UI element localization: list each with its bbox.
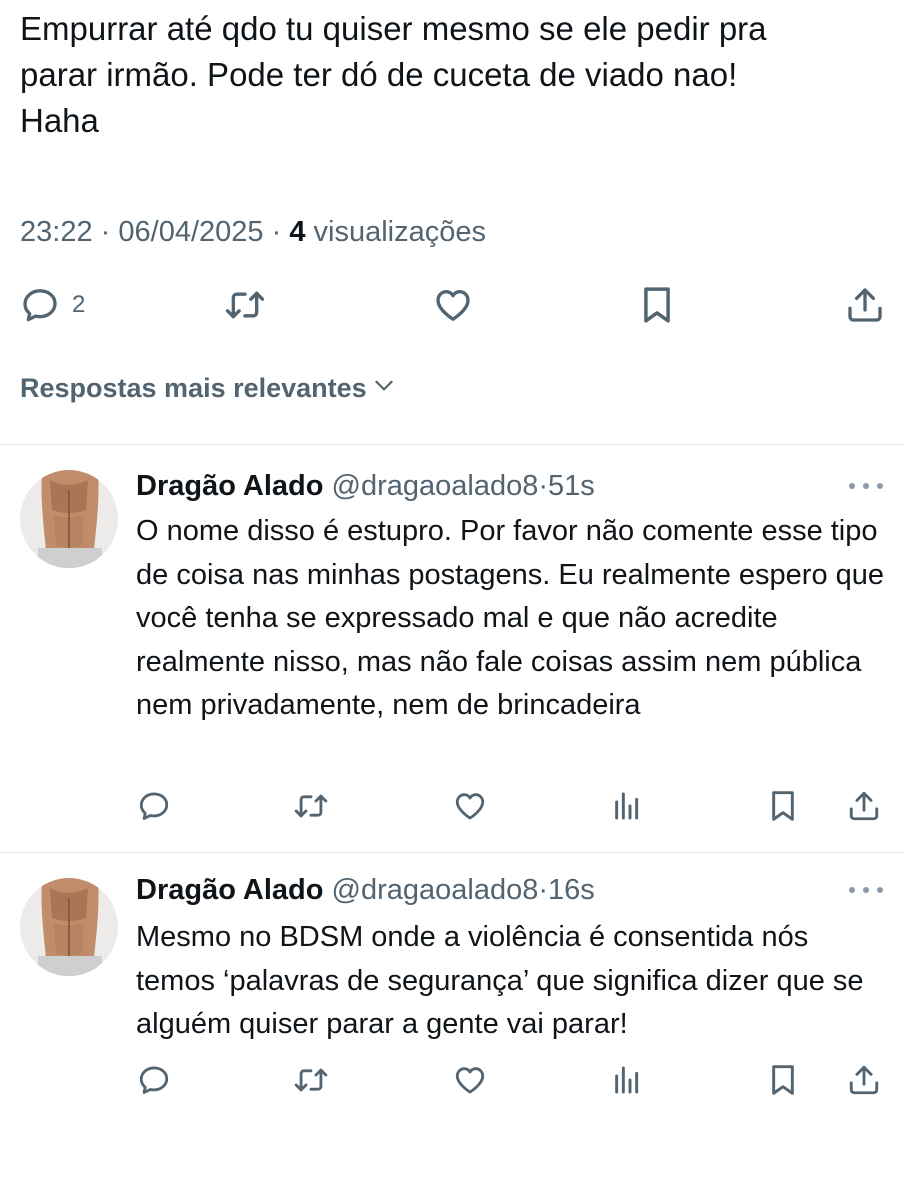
bookmark-button[interactable] [767, 784, 799, 828]
repost-button[interactable] [222, 280, 268, 330]
reply-text: Mesmo no BDSM onde a violência é consent… [136, 921, 864, 1040]
like-icon [452, 789, 488, 823]
repost-icon [292, 1063, 330, 1097]
dot [849, 483, 855, 489]
author-handle[interactable]: @dragaoalado8 [332, 874, 539, 906]
dot [863, 483, 869, 489]
sort-label: Respostas mais relevantes [20, 373, 367, 403]
post-time[interactable]: 23:22 [20, 216, 93, 248]
bookmark-icon [767, 1062, 799, 1098]
share-button[interactable] [847, 1058, 881, 1102]
reply-header: Dragão Alado @dragaoalado8·16s [136, 872, 595, 908]
post-text: Empurrar até qdo tu quiser mesmo se ele … [20, 10, 767, 139]
reply-button[interactable] [137, 784, 171, 828]
bookmark-icon [767, 788, 799, 824]
avatar[interactable] [20, 470, 118, 568]
dot [877, 887, 883, 893]
post-meta: 23:22 · 06/04/2025 · 4 visualizações [20, 212, 486, 252]
dot [877, 483, 883, 489]
meta-separator: · [271, 216, 282, 248]
bookmark-button[interactable] [638, 280, 676, 330]
avatar[interactable] [20, 878, 118, 976]
dot [863, 887, 869, 893]
meta-separator: · [100, 216, 111, 248]
bookmark-button[interactable] [767, 1058, 799, 1102]
reply-time[interactable]: 51s [548, 470, 595, 502]
reply-action-bar [0, 1058, 905, 1102]
author-name[interactable]: Dragão Alado [136, 470, 323, 502]
replies-sort-dropdown[interactable]: Respostas mais relevantes [20, 372, 397, 405]
dot [849, 887, 855, 893]
reply-icon [137, 1063, 171, 1097]
author-name[interactable]: Dragão Alado [136, 874, 323, 906]
more-options-button[interactable] [849, 476, 883, 496]
post-action-bar: 2 [0, 280, 905, 330]
bookmark-icon [638, 284, 676, 326]
reply-header: Dragão Alado @dragaoalado8·51s [136, 468, 595, 504]
like-button[interactable] [452, 784, 488, 828]
like-icon [432, 285, 474, 325]
reply-icon [137, 789, 171, 823]
reply-item[interactable]: Dragão Alado @dragaoalado8·51s O nome di… [0, 444, 905, 852]
views-button[interactable] [610, 784, 642, 828]
reply-icon [20, 285, 60, 325]
reply-text: O nome disso é estupro. Por favor não co… [136, 515, 885, 721]
repost-button[interactable] [292, 784, 330, 828]
repost-button[interactable] [292, 1058, 330, 1102]
reply-item[interactable]: Dragão Alado @dragaoalado8·16s Mesmo no … [0, 852, 905, 1152]
author-handle[interactable]: @dragaoalado8 [332, 470, 539, 502]
like-icon [452, 1063, 488, 1097]
reply-time[interactable]: 16s [548, 874, 595, 906]
header-separator: · [538, 874, 549, 906]
more-options-button[interactable] [849, 880, 883, 900]
share-icon [847, 1063, 881, 1097]
share-button[interactable] [845, 280, 885, 330]
header-separator: · [538, 470, 549, 502]
reply-button[interactable] [137, 1058, 171, 1102]
repost-icon [292, 789, 330, 823]
analytics-icon [610, 1063, 642, 1097]
reply-count: 2 [72, 291, 86, 318]
chevron-down-icon [367, 372, 397, 405]
analytics-icon [610, 789, 642, 823]
like-button[interactable] [452, 1058, 488, 1102]
views-label: visualizações [313, 216, 487, 248]
share-icon [845, 285, 885, 325]
views-button[interactable] [610, 1058, 642, 1102]
post-date[interactable]: 06/04/2025 [118, 216, 263, 248]
share-icon [847, 789, 881, 823]
reply-button[interactable]: 2 [20, 280, 85, 330]
views-count: 4 [289, 216, 306, 248]
share-button[interactable] [847, 784, 881, 828]
like-button[interactable] [432, 280, 474, 330]
reply-action-bar [0, 784, 905, 828]
repost-icon [222, 285, 268, 325]
